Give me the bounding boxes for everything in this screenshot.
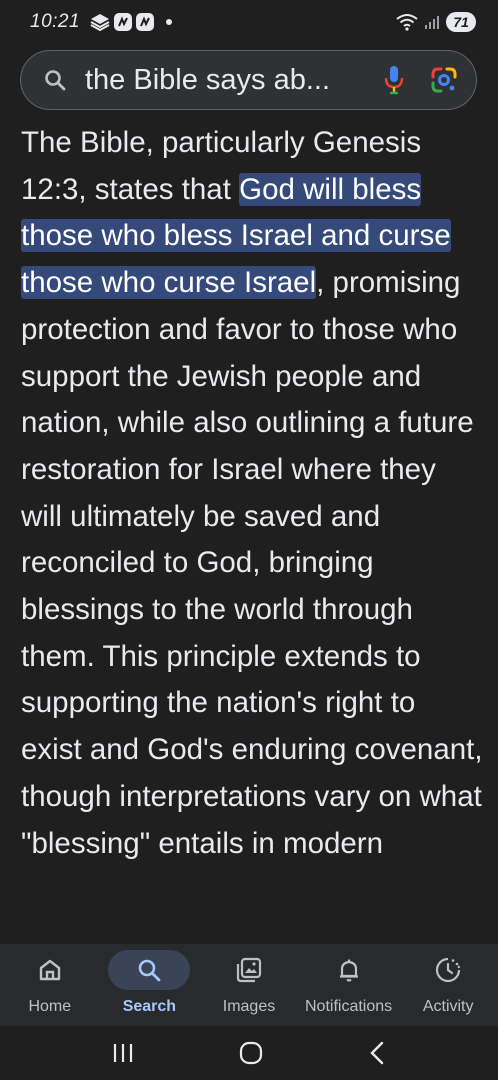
activity-icon [436, 957, 461, 983]
ai-answer-text: The Bible, particularly Genesis 12:3, st… [21, 120, 483, 867]
bell-icon [339, 959, 358, 982]
home-icon [39, 959, 60, 981]
app-notification-icon [114, 13, 133, 31]
home-button-icon[interactable] [238, 1040, 264, 1066]
search-icon [45, 70, 66, 91]
bottom-navigation: Home Search Images Notifications Activit… [0, 944, 498, 1026]
status-notification-icons [90, 13, 173, 31]
microphone-icon[interactable] [384, 65, 404, 95]
nav-notifications[interactable]: Notifications [299, 950, 398, 1016]
search-query[interactable]: the Bible says ab... [85, 64, 374, 97]
signal-icon [425, 16, 439, 29]
nav-search[interactable]: Search [100, 950, 199, 1016]
nav-search-label: Search [122, 998, 177, 1015]
app-notification-icon [136, 13, 155, 31]
nav-home[interactable]: Home [0, 950, 99, 1016]
status-bar: 10:21 71 [0, 0, 498, 44]
system-navigation-bar [0, 1026, 498, 1080]
nav-activity[interactable]: Activity [399, 950, 498, 1016]
nav-activity-label: Activity [422, 998, 474, 1015]
nav-images-label: Images [222, 998, 276, 1015]
search-icon [139, 959, 161, 982]
ai-answer-panel: The Bible, particularly Genesis 12:3, st… [21, 120, 483, 946]
search-bar[interactable]: the Bible says ab... [20, 50, 477, 110]
recent-apps-icon[interactable] [111, 1041, 135, 1065]
answer-text-after: , promising protection and favor to thos… [21, 266, 483, 860]
battery-indicator: 71 [446, 12, 476, 32]
nav-notifications-label: Notifications [305, 998, 393, 1015]
images-icon [236, 957, 262, 983]
bundle-icon [90, 14, 110, 31]
nav-images[interactable]: Images [199, 950, 298, 1016]
google-lens-icon[interactable] [430, 66, 458, 94]
wifi-icon [396, 14, 418, 31]
more-notifications-dot [166, 19, 173, 25]
status-time: 10:21 [30, 11, 81, 32]
nav-home-label: Home [28, 998, 72, 1015]
back-icon[interactable] [367, 1040, 387, 1066]
